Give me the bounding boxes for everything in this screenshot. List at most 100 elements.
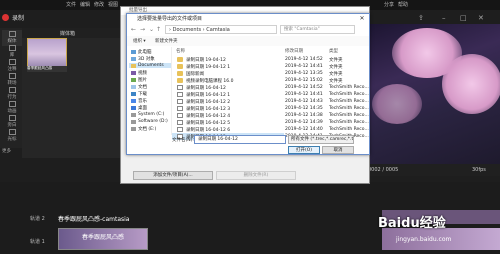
file-icon — [177, 106, 183, 111]
nav-label: 下载 — [138, 92, 147, 97]
file-icon — [177, 120, 183, 125]
nav-item-drive-d[interactable]: Software (D:) — [131, 119, 168, 124]
file-type: TechSmith Reco... — [329, 113, 369, 118]
nav-item-music[interactable]: 音乐 — [131, 98, 147, 104]
canvas-preview[interactable] — [362, 24, 500, 164]
track-1-clip-label: 春季跟屁风凸感 — [82, 234, 125, 241]
menu-edit[interactable]: 编辑 — [80, 1, 90, 8]
file-row[interactable]: 录制日期 19-04-12 2019-4-12 14:52 文件夹 — [172, 56, 368, 63]
tool-cursor[interactable]: 光标 — [2, 128, 22, 144]
track-2-clip-title[interactable]: 春季跟屁风凸感-camtasia — [58, 214, 130, 223]
file-type: TechSmith Reco... — [329, 92, 369, 97]
forward-arrow-icon[interactable]: → — [140, 26, 145, 33]
file-icon — [177, 92, 183, 97]
filetype-select[interactable]: 所有文件 (*.trec,*.camrec,*.tsc... — [288, 135, 354, 144]
transition-icon — [8, 73, 16, 79]
file-list-header: 名称 修改日期 类型 — [172, 47, 368, 55]
media-bin-header: 媒体箱 — [22, 28, 122, 38]
nav-item-downloads[interactable]: 下载 — [131, 91, 147, 97]
nav-label: 文档 (E:) — [138, 127, 157, 132]
share-icon[interactable]: ⇪ — [418, 14, 426, 22]
cancel-button[interactable]: 取消 — [322, 146, 354, 154]
cube-icon — [131, 57, 136, 61]
nav-item-docs[interactable]: 文档 — [131, 84, 147, 90]
file-row[interactable]: 视频录制电脑课程 16.0 2019-4-12 15:02 文件夹 — [172, 77, 368, 84]
file-date: 2019-4-12 14:39 — [285, 120, 323, 125]
record-button[interactable]: 录制 — [2, 11, 62, 23]
folder-icon — [177, 57, 183, 62]
address-bar[interactable]: › Documents › Camtasia — [165, 25, 277, 34]
media-thumbnail-label: 春季跟屁风凸感 — [27, 66, 67, 72]
nav-item-3d[interactable]: 3D 对象 — [131, 56, 155, 62]
file-icon — [177, 85, 183, 90]
nav-item-desktop[interactable]: 桌面 — [131, 105, 147, 111]
menu-help[interactable]: 帮助 — [398, 1, 408, 8]
track-2-label: 轨道 2 — [30, 216, 45, 222]
search-input[interactable]: 搜索 "Camtasia" — [280, 25, 355, 34]
folder-icon — [177, 71, 183, 76]
column-type[interactable]: 类型 — [329, 48, 338, 54]
track-1-label: 轨道 1 — [30, 239, 45, 245]
file-type: TechSmith Reco... — [329, 85, 369, 90]
tool-label: 光标 — [7, 137, 17, 142]
folder-icon — [177, 78, 183, 83]
watermark-text: Baidu经验 — [378, 216, 446, 231]
nav-label: 图片 — [138, 78, 147, 83]
desktop-icon — [131, 106, 136, 110]
maximize-icon[interactable]: □ — [460, 14, 468, 22]
file-row[interactable]: 录制日期 16-04-12 4 2019-4-12 14:38 TechSmith … — [172, 112, 369, 119]
recent-dropdown-icon[interactable]: ⌄ — [149, 26, 154, 33]
tools-sidebar: 媒体 库 注释 转场 行为 动画 旁白 光标 — [0, 28, 22, 148]
nav-item-drive-e[interactable]: 文档 (E:) — [131, 126, 156, 132]
file-date: 2019-4-12 14:35 — [285, 106, 323, 111]
picture-icon — [131, 78, 136, 82]
back-arrow-icon[interactable]: ← — [131, 26, 136, 33]
add-files-button[interactable]: 添加文件/项目(A)... — [133, 171, 213, 180]
menu-view[interactable]: 视图 — [108, 1, 118, 8]
menu-file[interactable]: 文件 — [66, 1, 76, 8]
narration-icon — [8, 115, 16, 121]
animation-icon — [8, 101, 16, 107]
video-icon — [131, 71, 136, 75]
open-button[interactable]: 打开(O) — [288, 146, 320, 154]
nav-item-pictures[interactable]: 图片 — [131, 77, 147, 83]
file-row[interactable]: 录制日期 16-04-12 1 2019-4-12 14:41 TechSmith … — [172, 91, 369, 98]
menu-share[interactable]: 分享 — [384, 1, 394, 8]
nav-label: 视频 — [138, 71, 147, 76]
blossom-decoration — [442, 54, 500, 114]
filename-input[interactable]: 录制日期 16-04-12 — [194, 135, 286, 144]
drive-icon — [131, 127, 136, 131]
blossom-decoration — [372, 84, 422, 124]
more-button[interactable]: 更多 — [2, 148, 20, 156]
cursor-icon — [8, 129, 16, 135]
nav-item-drive-c[interactable]: System (C:) — [131, 112, 164, 117]
file-row[interactable]: 录制日期 16-04-12 3 2019-4-12 14:35 TechSmith … — [172, 105, 369, 112]
nav-item-documents[interactable]: Documents — [129, 63, 171, 68]
minimize-icon[interactable]: – — [442, 14, 450, 22]
file-row[interactable]: 录制日期 16-04-12 5 2019-4-12 14:39 TechSmith … — [172, 119, 369, 126]
file-row[interactable]: 录制日期 19-04-12 1 2019-4-12 14:41 文件夹 — [172, 63, 368, 70]
file-date: 2019-4-12 13:35 — [285, 71, 323, 76]
file-row[interactable]: 录制日期 16-04-12 2 2019-4-12 14:43 TechSmith … — [172, 98, 369, 105]
menu-modify[interactable]: 修改 — [94, 1, 104, 8]
file-icon — [177, 127, 183, 132]
up-arrow-icon[interactable]: ↑ — [156, 26, 161, 33]
file-date: 2019-4-12 14:52 — [285, 85, 323, 90]
playback-time: 0002 / 0005 — [368, 167, 399, 173]
file-row[interactable]: 录制日期 16-04-12 6 2019-4-12 14:40 TechSmith … — [172, 126, 369, 133]
nav-item-this-pc[interactable]: 此电脑 — [131, 49, 152, 55]
close-icon[interactable]: ✕ — [478, 14, 486, 22]
drive-icon — [131, 119, 136, 124]
column-name[interactable]: 名称 — [176, 48, 185, 54]
organize-button[interactable]: 组织 ▾ — [133, 38, 146, 44]
camtasia-window: 文件 编辑 修改 视图 分享 帮助 录制 ⇪ – □ ✕ 媒体 库 注释 转场 … — [0, 0, 500, 254]
file-row[interactable]: 国际新闻 2019-4-12 13:35 文件夹 — [172, 70, 368, 77]
remove-file-button[interactable]: 删除文件(R) — [216, 171, 296, 180]
file-date: 2019-4-12 14:38 — [285, 113, 323, 118]
music-icon — [131, 99, 136, 103]
column-date[interactable]: 修改日期 — [285, 48, 303, 54]
nav-item-video[interactable]: 视频 — [131, 70, 147, 76]
file-row[interactable]: 录制日期 16-04-12 2019-4-12 14:52 TechSmith Re… — [172, 84, 369, 91]
new-folder-button[interactable]: 新建文件夹 — [155, 38, 178, 44]
close-icon[interactable]: ✕ — [355, 14, 369, 24]
